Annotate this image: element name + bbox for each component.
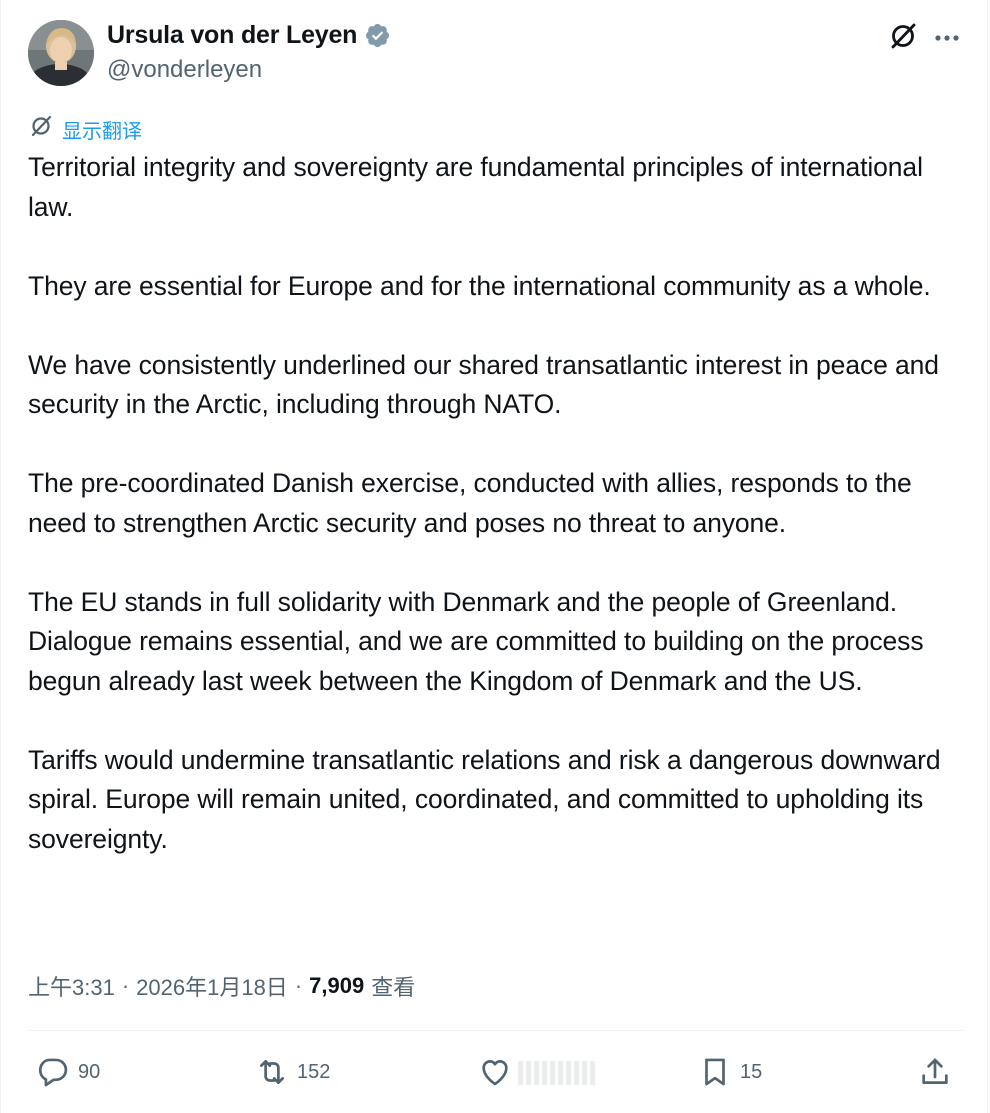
action-bar: 90 152 15: [28, 1048, 964, 1096]
tweet-paragraph: The EU stands in full solidarity with De…: [28, 586, 924, 696]
meta-separator: ·: [294, 973, 303, 998]
grok-translate-icon: [29, 114, 53, 144]
meta-separator: ·: [121, 973, 130, 998]
tweet-date[interactable]: 2026年1月18日: [136, 970, 288, 1002]
repost-count: 152: [297, 1060, 331, 1083]
tweet-meta: 上午3:31 · 2026年1月18日 · 7,909 查看: [28, 970, 415, 1002]
show-translation-label[interactable]: 显示翻译: [62, 115, 142, 144]
like-button[interactable]: [478, 1048, 608, 1096]
display-name-text[interactable]: Ursula von der Leyen: [107, 21, 357, 50]
reply-button[interactable]: 90: [36, 1048, 100, 1096]
tweet-paragraph: Territorial integrity and sovereignty ar…: [28, 152, 923, 222]
bookmark-icon: [698, 1055, 732, 1089]
more-button[interactable]: [929, 20, 965, 56]
share-icon: [918, 1055, 952, 1089]
avatar[interactable]: [28, 20, 94, 86]
reply-count: 90: [78, 1060, 101, 1083]
tweet-card: Ursula von der Leyen @vonderleyen 显示翻译 T…: [0, 0, 988, 1113]
bookmark-button[interactable]: 15: [698, 1048, 762, 1096]
repost-icon: [255, 1055, 289, 1089]
repost-button[interactable]: 152: [255, 1048, 330, 1096]
grok-button[interactable]: [885, 20, 921, 56]
tweet-time[interactable]: 上午3:31: [28, 970, 115, 1002]
more-icon: [934, 29, 960, 47]
tweet-paragraph: Tariffs would undermine transatlantic re…: [28, 744, 941, 854]
display-name[interactable]: Ursula von der Leyen: [107, 21, 391, 50]
reply-icon: [36, 1055, 70, 1089]
like-count-overlay: [518, 1061, 598, 1085]
share-button[interactable]: [918, 1048, 952, 1096]
tweet-paragraph: We have consistently underlined our shar…: [28, 349, 939, 420]
author-handle[interactable]: @vonderleyen: [107, 56, 262, 84]
grok-icon: [888, 21, 918, 56]
tweet-text: Territorial integrity and sovereignty ar…: [28, 148, 973, 859]
divider: [28, 1030, 964, 1031]
bookmark-count: 15: [740, 1060, 763, 1083]
tweet-paragraph: They are essential for Europe and for th…: [28, 270, 931, 301]
verified-badge-icon[interactable]: [364, 22, 391, 49]
heart-icon: [478, 1055, 512, 1089]
views-label[interactable]: 查看: [371, 970, 415, 1002]
show-translation-link[interactable]: 显示翻译: [29, 114, 142, 144]
tweet-paragraph: The pre-coordinated Danish exercise, con…: [28, 468, 912, 538]
views-count[interactable]: 7,909: [309, 973, 364, 999]
